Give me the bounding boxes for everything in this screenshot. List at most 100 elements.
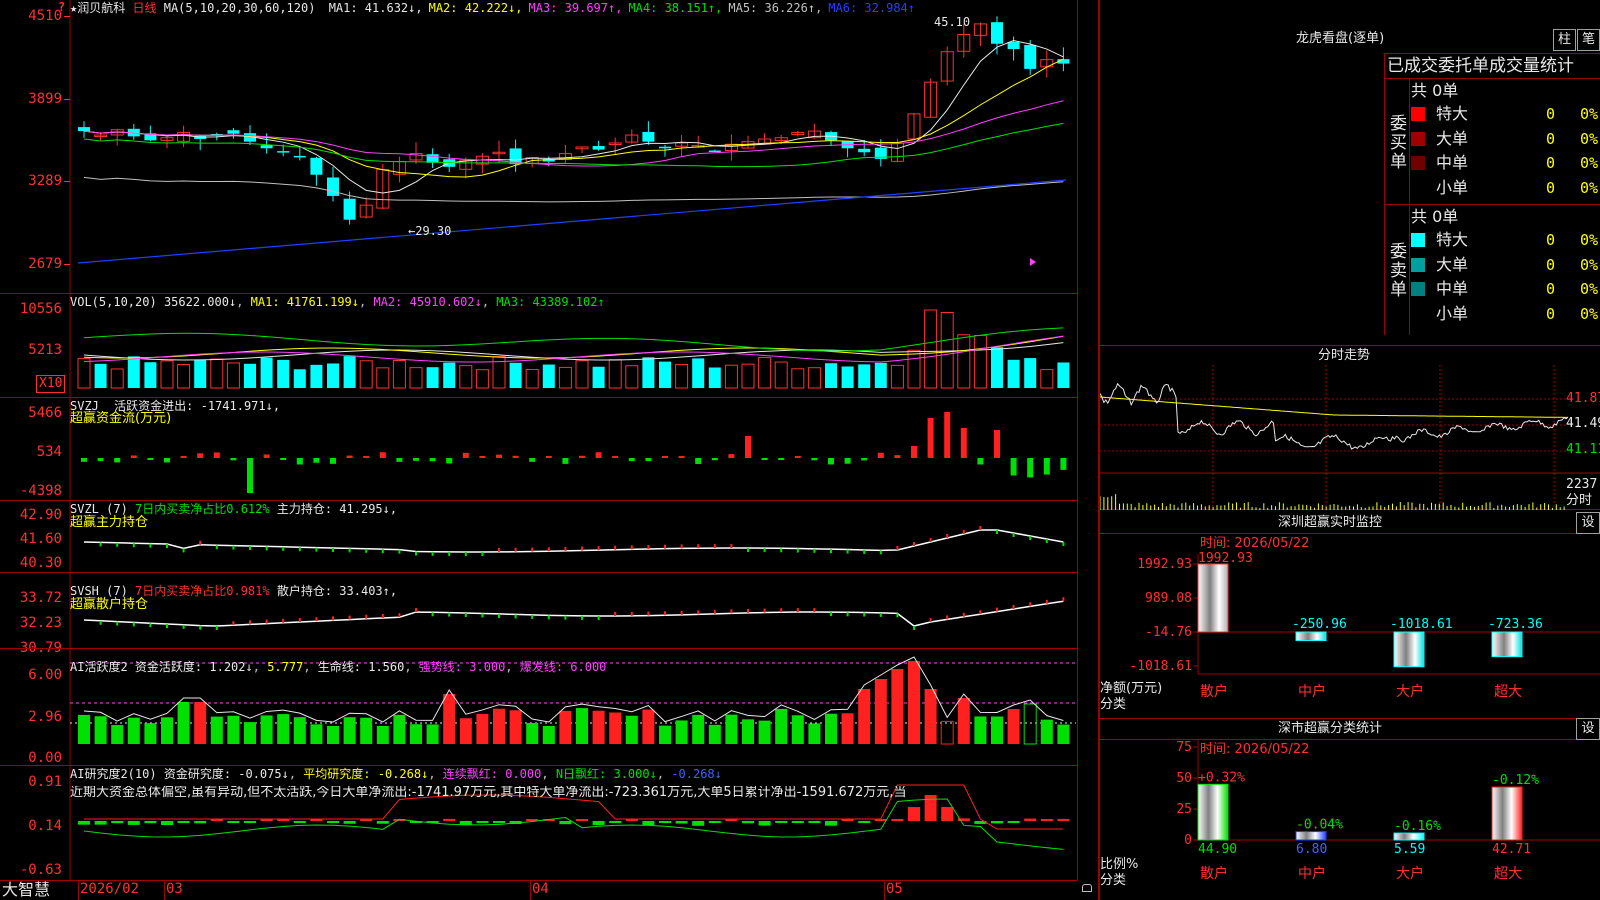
stats-change-4: -0.12% [1492, 773, 1539, 788]
sell-row-1-label: 特大 [1436, 230, 1469, 249]
svzj-bar [562, 458, 569, 464]
ai-active-bar [327, 725, 339, 744]
monitor-settings-button[interactable]: 设 [1576, 512, 1600, 534]
kline-y-tick-4: 2679 [28, 256, 62, 272]
buy-row-1-count: 0 [1546, 105, 1556, 123]
svzj-bar [662, 456, 668, 458]
svzj-bar [147, 458, 154, 460]
svzj-bar [180, 456, 187, 458]
intraday-chart[interactable] [1100, 365, 1600, 510]
volume-bar [443, 362, 456, 388]
stats-chart: 75 50 25 0 +0.32% 44.90 散户 -0.04% 6.80 中户 -0.16% 5.… [1176, 740, 1600, 882]
stats-title: 深市超赢分类统计 [1278, 721, 1383, 736]
ai-active-bar [659, 725, 671, 744]
buy-row-3-count: 0 [1546, 154, 1556, 172]
ma-value-1: MA1: 41.632↓, [328, 1, 423, 15]
ma-header: ★润贝航科 日线 MA(5,10,20,30,60,120) MA1: 41.6… [70, 1, 915, 15]
tick-view-button[interactable]: 笔 [1577, 29, 1600, 51]
ai-active-bar [858, 689, 871, 744]
buy-row-2-label: 大单 [1436, 128, 1469, 148]
stats-settings-button[interactable]: 设 [1576, 718, 1600, 740]
volume-bar [741, 363, 755, 389]
ai-active-bar [277, 714, 290, 744]
svzj-bar [877, 452, 884, 458]
volume-bar [1024, 358, 1037, 388]
monitor-value-1: 1992.93 [1198, 551, 1253, 566]
x-label-feb: 2026/02 [80, 881, 140, 897]
volume-bar [426, 367, 439, 388]
ma-line-6 [77, 179, 1067, 264]
stats-bar-4 [1491, 786, 1523, 841]
volume-unit-badge[interactable]: X10 [36, 375, 66, 393]
x-label-apr: 04 [532, 881, 549, 897]
ai-research-bar [1057, 818, 1070, 821]
sell-row-2-pct: 0% [1580, 255, 1599, 274]
kline-y-tick-mark [64, 99, 70, 100]
buy-row-3-pct: 0% [1580, 154, 1599, 172]
ai-research-bar [642, 821, 655, 826]
volume-bar [558, 366, 572, 389]
candle-body [991, 22, 1003, 44]
ai-active-bar [260, 715, 273, 744]
kline-chart[interactable] [0, 0, 1078, 294]
volume-bar [392, 360, 406, 389]
ai-research-bar [127, 821, 140, 825]
stats-category-4: 超大 [1494, 866, 1522, 882]
volume-bar [991, 347, 1003, 388]
bar-view-button[interactable]: 柱 [1553, 29, 1576, 51]
candle-body [293, 155, 306, 158]
ai-research-bar [94, 821, 107, 825]
volume-ma2: MA2: 45910.602↓ [373, 295, 482, 309]
monitor-bar-2 [1295, 631, 1327, 642]
svzj-bar [446, 458, 453, 464]
svzl-line [83, 529, 1064, 553]
ai-research-bar [177, 821, 190, 823]
ai-active-bar [509, 710, 522, 744]
svzj-bar [778, 458, 785, 460]
ai-research-bar [1007, 821, 1020, 823]
ai-research-summary: 近期大资金总体偏空,虽有异动,但不太活跃,今日大单净流出:-1741.97万元,… [70, 786, 907, 800]
ai-active-bar [940, 720, 954, 745]
ai-research-bar [493, 821, 505, 823]
svzl-header: SVZL (7) 7日内买卖净占比0.612% 主力持仓: 41.295↓, [70, 502, 397, 516]
ai-research-bar [343, 821, 356, 824]
svzj-bar [695, 458, 702, 464]
stats-bar-3 [1393, 832, 1425, 841]
volume-bar [244, 363, 256, 388]
ai-research-chart[interactable] [0, 765, 1078, 881]
ai-research-e: -0.268↓ [671, 767, 722, 781]
svzj-bar [828, 458, 834, 465]
tab-volume-stats[interactable]: 成交量统计 [1489, 56, 1574, 76]
volume-bar [1040, 369, 1054, 389]
ai-active-bar [1007, 709, 1020, 744]
candle-body [592, 146, 605, 150]
svsh-title: SVSH (7) [70, 584, 128, 598]
ai-active-bar [559, 710, 572, 744]
lock-icon[interactable] [1082, 884, 1092, 892]
ai-active-bar [111, 725, 124, 744]
volume-bar [327, 363, 339, 388]
ai-research-bar [1024, 818, 1037, 821]
volume-bar [127, 356, 140, 388]
tab-orders[interactable]: 委托单 [1438, 56, 1489, 76]
ai-research-bar [858, 821, 871, 823]
ai-active-bar [393, 714, 406, 744]
ai-active-bar [991, 716, 1003, 744]
volume-bar [907, 349, 921, 389]
period-label[interactable]: 日线 [132, 1, 156, 15]
svzl-y-tick-2: 41.60 [19, 531, 62, 547]
sell-row-3-pct: 0% [1580, 280, 1599, 298]
svsh-y-tick-2: 32.23 [19, 615, 62, 631]
svzj-bar [313, 458, 320, 463]
volume-bar [592, 366, 605, 388]
ai-active-bar [360, 717, 373, 744]
svzj-bar [811, 458, 818, 461]
volume-bar [475, 369, 489, 389]
svzj-y-tick-1: 5466 [28, 405, 62, 421]
brand-label[interactable]: 大智慧 [2, 880, 50, 900]
tab-filled[interactable]: 已成交 [1385, 56, 1438, 76]
ai-active-bar [675, 720, 688, 744]
volume-bar [708, 367, 721, 388]
monitor-category-2: 中户 [1298, 683, 1326, 700]
ai-research-bar [825, 821, 837, 826]
